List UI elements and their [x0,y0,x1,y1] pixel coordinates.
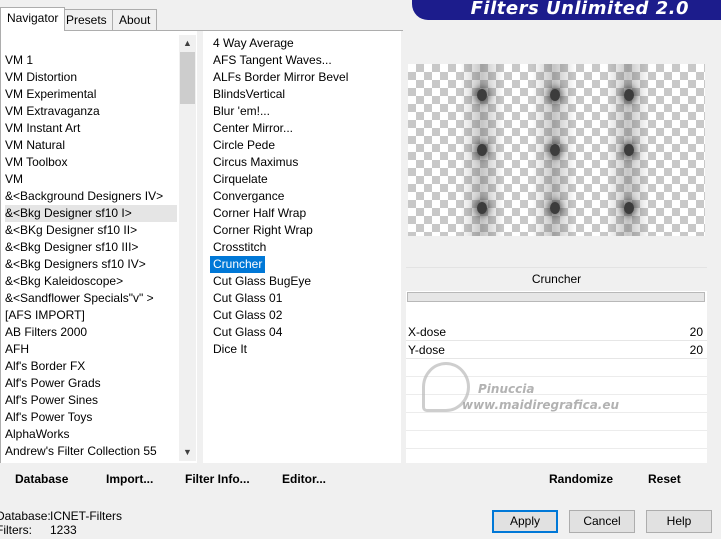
database-label: Database: [0,509,51,523]
app-title: Filters Unlimited 2.0 [470,0,689,19]
filter-preview [408,64,705,236]
category-item[interactable]: VM Distortion [5,69,177,86]
help-button[interactable]: Help [646,510,712,533]
filter-item[interactable]: Blur 'em!... [210,103,398,120]
category-item[interactable]: &<Background Designers IV> [5,188,177,205]
filter-item[interactable]: Crosstitch [210,239,398,256]
filter-item[interactable]: Corner Half Wrap [210,205,398,222]
param-value[interactable]: 20 [690,324,703,341]
filter-item[interactable]: Circle Pede [210,137,398,154]
preview-dot [477,144,487,156]
cancel-button[interactable]: Cancel [569,510,635,533]
preview-dot [550,89,560,101]
category-item[interactable]: Andrew's Filter Collection 56 [5,460,177,463]
app-banner: Filters Unlimited 2.0 [412,0,721,20]
category-item[interactable]: [AFS IMPORT] [5,307,177,324]
filter-item[interactable]: 4 Way Average [210,35,398,52]
category-item[interactable]: &<Bkg Designers sf10 IV> [5,256,177,273]
filter-item[interactable]: Corner Right Wrap [210,222,398,239]
category-list[interactable]: VM 1 VM Distortion VM Experimental VM Extra… [0,31,197,463]
category-item[interactable]: VM 1 [5,52,177,69]
watermark-url: www.maidiregrafica.eu [462,398,620,412]
filter-item[interactable]: Cut Glass BugEye [210,273,398,290]
database-button[interactable]: Database [15,472,68,486]
tab-presets[interactable]: Presets [59,9,114,30]
filter-list[interactable]: 4 Way Average AFS Tangent Waves... ALFs Bo… [203,31,401,463]
param-label: Y-dose [408,343,445,357]
filter-item[interactable]: ALFs Border Mirror Bevel [210,69,398,86]
filter-item[interactable]: BlindsVertical [210,86,398,103]
preview-dot [550,144,560,156]
preview-dot [624,89,634,101]
watermark: Pinuccia www.maidiregrafica.eu [422,362,642,414]
filter-progress-bar [407,292,705,302]
scroll-thumb[interactable] [180,52,195,104]
filter-item[interactable]: AFS Tangent Waves... [210,52,398,69]
selected-filter-name: Cruncher [406,268,707,291]
filter-item[interactable]: Center Mirror... [210,120,398,137]
category-item[interactable]: VM Toolbox [5,154,177,171]
filter-item[interactable]: Cut Glass 04 [210,324,398,341]
category-item[interactable]: AB Filters 2000 [5,324,177,341]
category-item[interactable]: AFH [5,341,177,358]
category-item[interactable]: &<Bkg Kaleidoscope> [5,273,177,290]
category-item[interactable]: VM Instant Art [5,120,177,137]
filter-item[interactable]: Convergance [210,188,398,205]
filter-item[interactable]: Dice It [210,341,398,358]
category-item[interactable]: Alf's Power Grads [5,375,177,392]
filters-count-label: Filters: [0,523,32,537]
param-row-empty [406,432,707,449]
database-toolbar: Database Import... Filter Info... Editor… [0,466,402,493]
preview-dot [550,202,560,214]
param-row-x-dose[interactable]: X-dose 20 [406,324,707,341]
preview-dot [624,202,634,214]
filter-item[interactable]: Circus Maximus [210,154,398,171]
scroll-up-icon[interactable]: ▲ [179,35,196,52]
filter-item[interactable]: Cruncher [210,256,266,273]
category-item[interactable]: Alf's Power Sines [5,392,177,409]
category-item[interactable]: AlphaWorks [5,426,177,443]
watermark-name: Pinuccia [478,382,535,396]
preview-dot [477,202,487,214]
category-item[interactable]: VM Experimental [5,86,177,103]
randomize-button[interactable]: Randomize [549,472,613,486]
category-item[interactable]: Alf's Power Toys [5,409,177,426]
filters-count-value: 1233 [50,523,77,537]
tab-bar: Navigator Presets About [0,7,400,31]
category-items: VM 1 VM Distortion VM Experimental VM Extra… [5,52,177,463]
scroll-down-icon[interactable]: ▼ [179,444,196,461]
reset-button[interactable]: Reset [648,472,681,486]
import-button[interactable]: Import... [106,472,153,486]
category-item[interactable]: VM Natural [5,137,177,154]
filter-info-button[interactable]: Filter Info... [185,472,250,486]
tab-navigator[interactable]: Navigator [0,7,66,31]
category-item[interactable]: &<BKg Designer sf10 II> [5,222,177,239]
category-item[interactable]: Alf's Border FX [5,358,177,375]
category-item[interactable]: VM [5,171,177,188]
parameter-toolbar: Randomize Reset [406,466,707,493]
category-scrollbar[interactable]: ▲ ▼ [179,35,196,461]
category-item[interactable]: VM Extravaganza [5,103,177,120]
param-row-empty [406,414,707,431]
category-item[interactable]: &<Bkg Designer sf10 I> [5,205,177,222]
filter-item[interactable]: Cut Glass 02 [210,307,398,324]
param-label: X-dose [408,325,447,339]
tab-about[interactable]: About [112,9,158,30]
filter-item[interactable]: Cut Glass 01 [210,290,398,307]
filter-item[interactable]: Cirquelate [210,171,398,188]
editor-button[interactable]: Editor... [282,472,326,486]
preview-dot [624,144,634,156]
preview-dot [477,89,487,101]
param-row-y-dose[interactable]: Y-dose 20 [406,342,707,359]
apply-button[interactable]: Apply [492,510,558,533]
category-item[interactable]: &<Sandflower Specials"v" > [5,290,177,307]
param-value[interactable]: 20 [690,342,703,359]
category-item[interactable]: Andrew's Filter Collection 55 [5,443,177,460]
database-value: ICNET-Filters [50,509,122,523]
filter-items: 4 Way Average AFS Tangent Waves... ALFs Bo… [210,35,398,358]
category-item[interactable]: &<Bkg Designer sf10 III> [5,239,177,256]
